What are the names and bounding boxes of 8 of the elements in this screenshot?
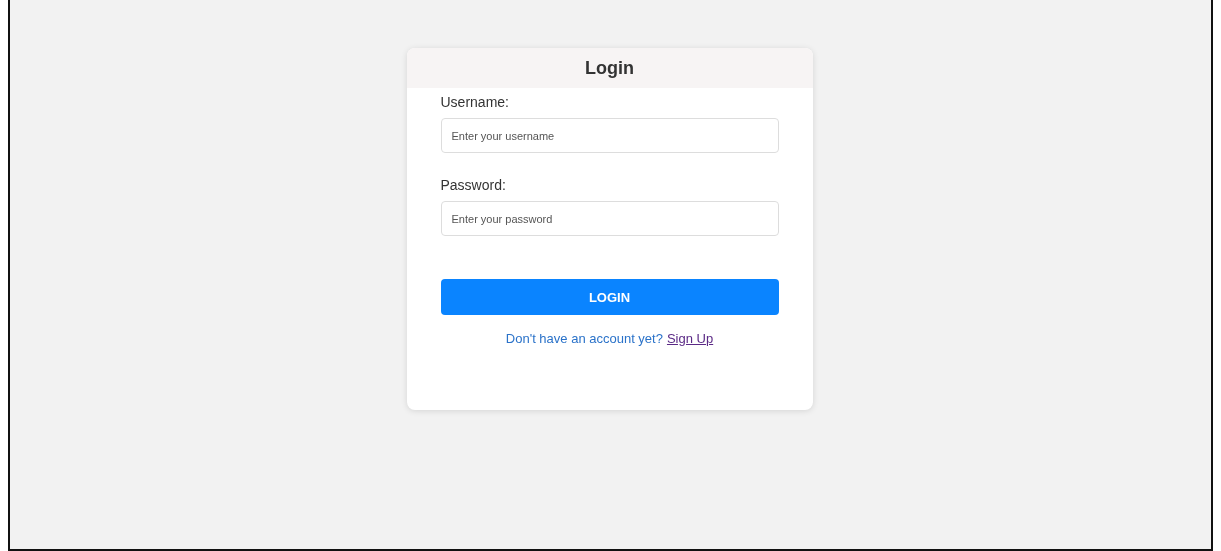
signup-prompt: Don't have an account yet? [505,331,663,346]
signup-link[interactable]: Sign Up [666,331,714,346]
field-label: Password: [440,177,506,193]
field-label: Username: [440,94,509,110]
input-field[interactable]: Enter your username [440,118,779,153]
login-button[interactable]: LOGIN [440,279,779,315]
login-title: Login [585,57,634,79]
input-field[interactable]: Enter your password [440,201,779,236]
